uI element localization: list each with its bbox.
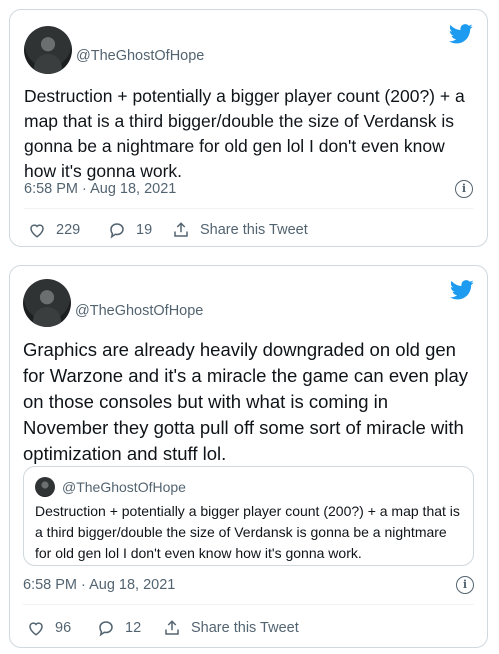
quoted-avatar [35, 477, 55, 497]
heart-icon [30, 224, 44, 238]
quoted-tweet[interactable]: @TheGhostOfHope Destruction + potentiall… [23, 466, 474, 566]
share-label: Share this Tweet [200, 222, 308, 238]
share-label: Share this Tweet [191, 620, 299, 636]
tweet-timestamp[interactable]: 6:58 PM · Aug 18, 2021 [23, 577, 175, 593]
tweet-actions: 229 19 Share this Tweet [24, 219, 473, 241]
twitter-bird-icon[interactable] [450, 280, 474, 300]
quoted-text: Destruction + potentially a bigger playe… [35, 503, 460, 561]
avatar[interactable] [23, 279, 71, 327]
reply-count: 19 [136, 222, 153, 238]
tweet-card[interactable]: @TheGhostOfHope Destruction + potentiall… [9, 9, 488, 247]
like-button[interactable]: 96 [27, 617, 71, 639]
divider [23, 604, 474, 605]
reply-icon [99, 621, 113, 637]
reply-count: 12 [125, 620, 142, 636]
like-button[interactable]: 229 [28, 219, 80, 241]
quoted-handle: @TheGhostOfHope [62, 479, 186, 495]
tweet-text: Graphics are already heavily downgraded … [23, 339, 469, 464]
reply-icon [110, 223, 124, 239]
avatar[interactable] [24, 26, 72, 74]
share-button[interactable]: Share this Tweet [163, 617, 299, 639]
reply-button[interactable]: 19 [108, 219, 152, 241]
tweet-text: Destruction + potentially a bigger playe… [24, 86, 465, 181]
like-count: 229 [56, 222, 81, 238]
reply-button[interactable]: 12 [97, 617, 141, 639]
info-icon[interactable]: i [456, 576, 474, 594]
divider [24, 208, 473, 209]
info-icon[interactable]: i [455, 180, 473, 198]
author-handle[interactable]: @TheGhostOfHope [76, 48, 204, 64]
share-button[interactable]: Share this Tweet [172, 219, 308, 241]
share-icon [165, 620, 179, 635]
author-handle[interactable]: @TheGhostOfHope [75, 303, 203, 319]
tweet-actions: 96 12 Share this Tweet [23, 617, 474, 639]
share-icon [174, 222, 188, 237]
twitter-bird-icon[interactable] [449, 24, 473, 44]
tweet-timestamp[interactable]: 6:58 PM · Aug 18, 2021 [24, 181, 176, 197]
like-count: 96 [55, 620, 72, 636]
heart-icon [29, 622, 43, 636]
